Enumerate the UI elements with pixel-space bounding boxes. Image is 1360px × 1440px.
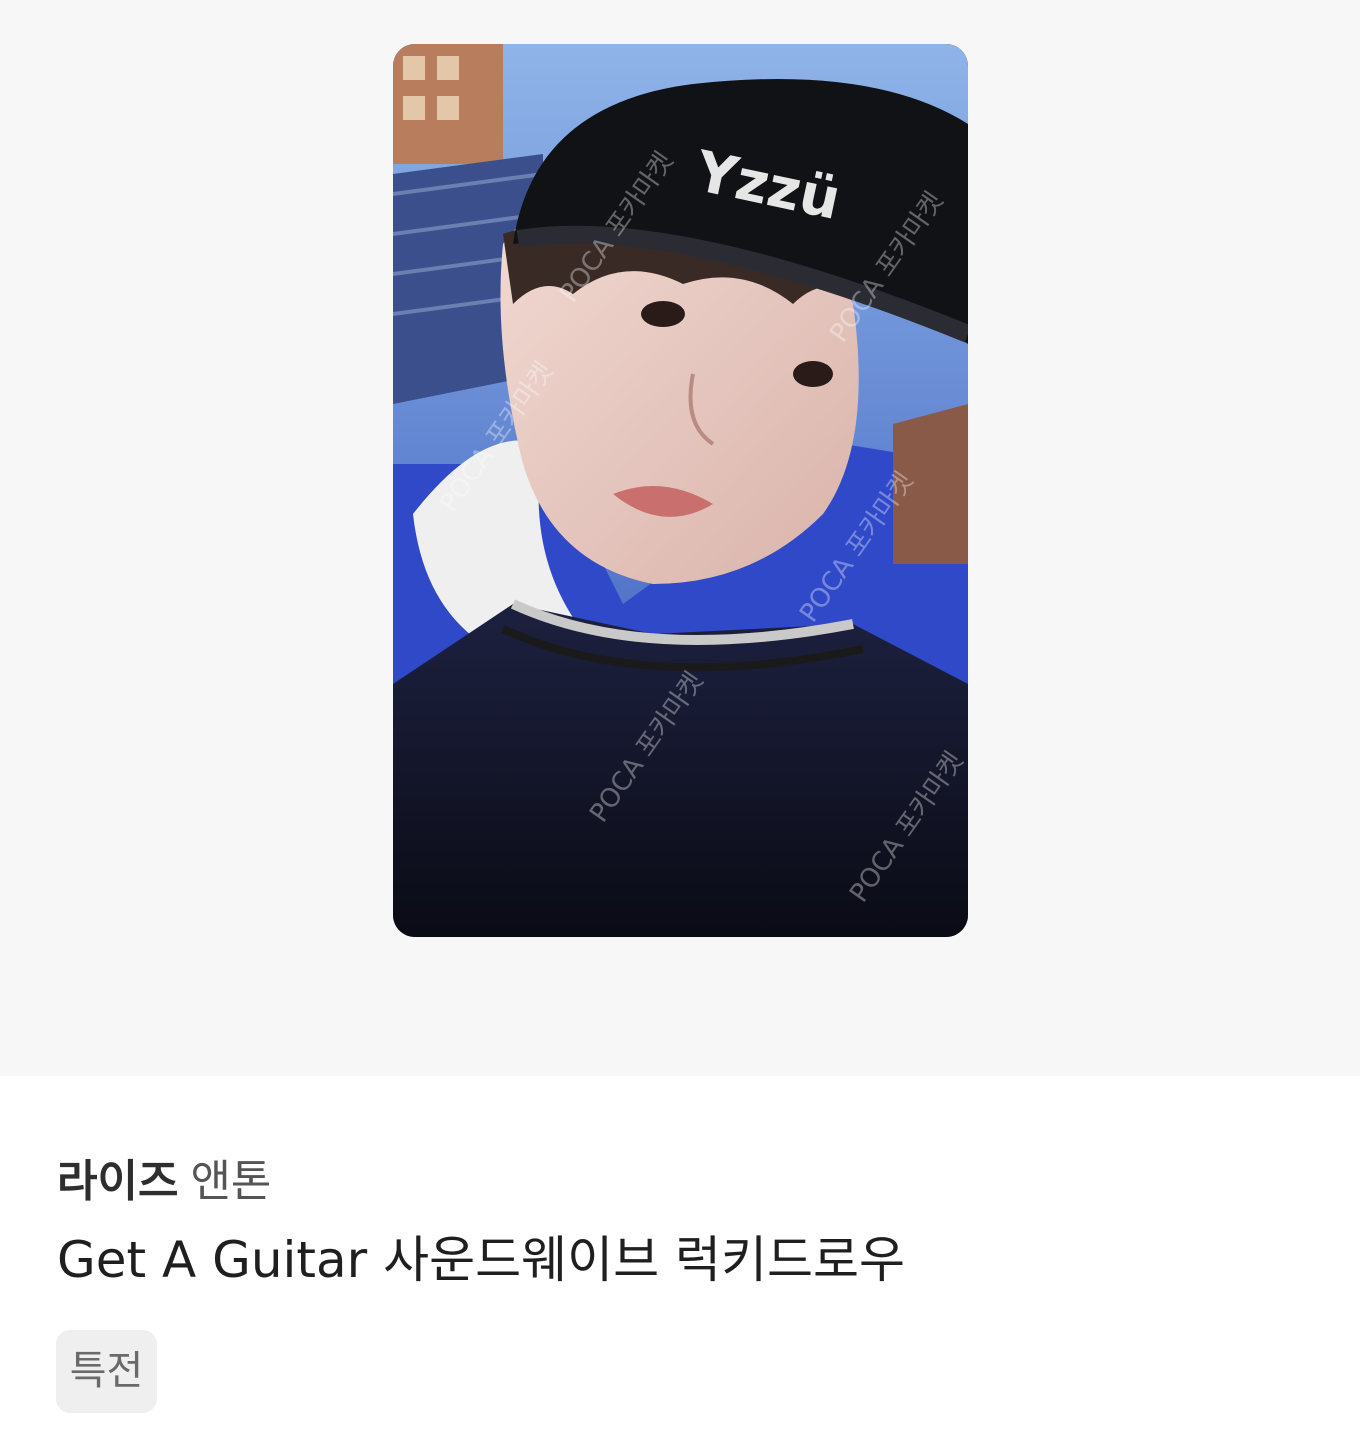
artist-member-name[interactable]: 앤톤 [190,1156,271,1207]
artist-group-name[interactable]: 라이즈 [57,1156,178,1207]
product-image-area: Yzzü POCA 포카마켓 POCA 포카마켓 POCA 포카마켓 POCA … [0,0,1360,1076]
artist-line: 라이즈 앤톤 [57,1154,271,1210]
product-title: Get A Guitar 사운드웨이브 럭키드로우 [57,1231,906,1289]
photocard-illustration: Yzzü POCA 포카마켓 POCA 포카마켓 POCA 포카마켓 POCA … [393,44,968,937]
photocard-image[interactable]: Yzzü POCA 포카마켓 POCA 포카마켓 POCA 포카마켓 POCA … [393,44,968,937]
product-info: 라이즈 앤톤 Get A Guitar 사운드웨이브 럭키드로우 특전 [0,1076,1360,1440]
product-detail-page: Yzzü POCA 포카마켓 POCA 포카마켓 POCA 포카마켓 POCA … [0,0,1360,1440]
category-tag[interactable]: 특전 [56,1330,157,1413]
